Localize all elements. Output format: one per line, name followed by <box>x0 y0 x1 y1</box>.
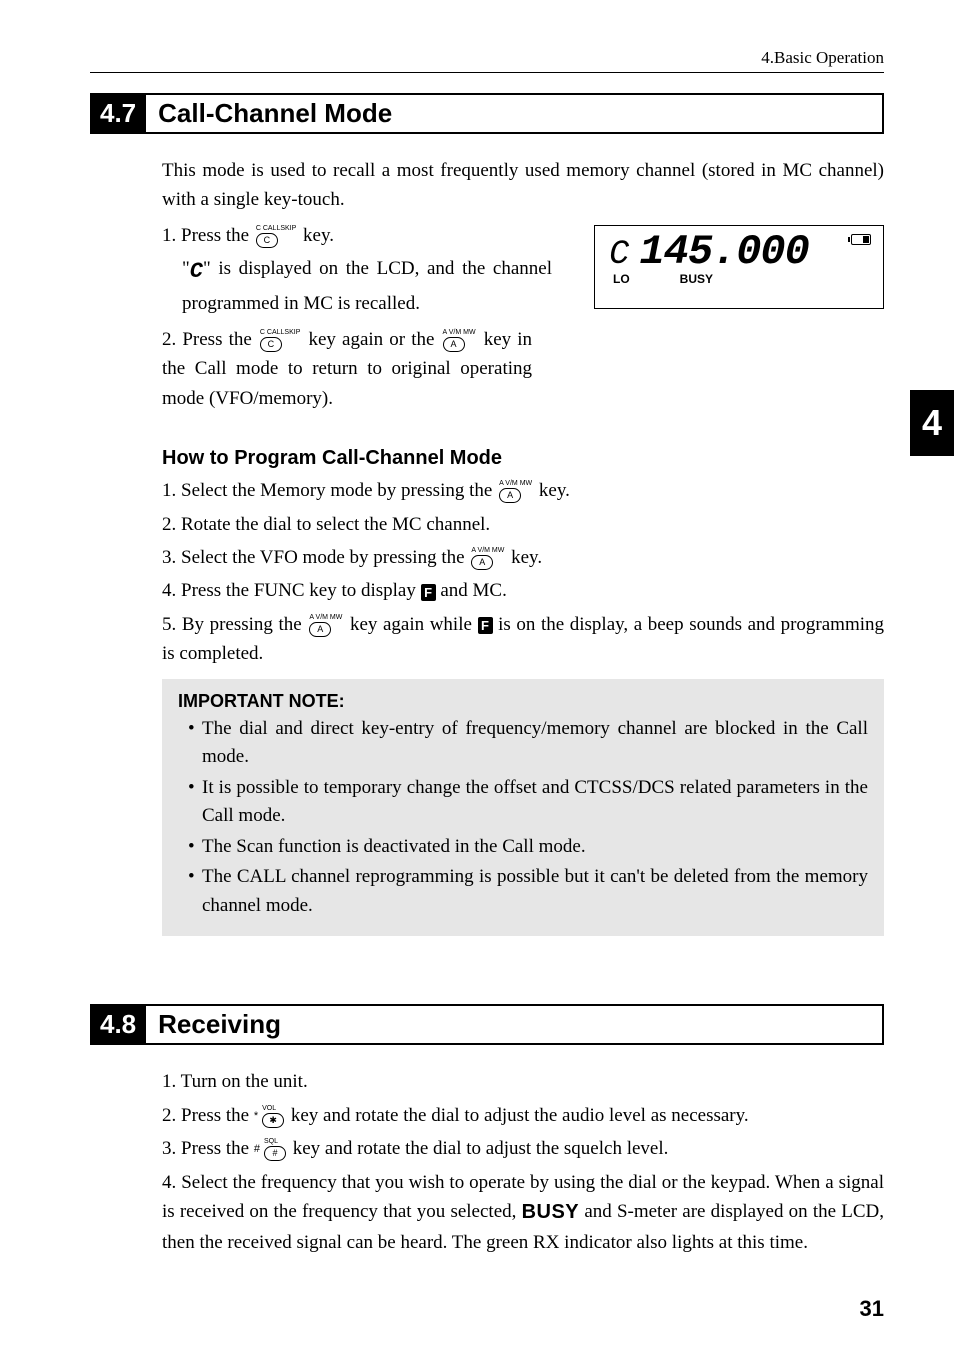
lcd-mode-c: C <box>609 232 629 272</box>
note-title: IMPORTANT NOTE: <box>178 691 868 712</box>
note-item: •The CALL channel reprogramming is possi… <box>188 863 868 920</box>
lcd-lo: LO <box>613 272 630 286</box>
howto-step-1: 1. Select the Memory mode by pressing th… <box>162 476 884 505</box>
key-hash-icon: # SQL # <box>254 1138 288 1161</box>
chapter-tab: 4 <box>910 390 954 456</box>
chapter-ref: 4.Basic Operation <box>761 48 884 67</box>
section-title: Call-Channel Mode <box>146 95 404 132</box>
recv-step-3: 3. Press the # SQL # key and rotate the … <box>162 1134 884 1163</box>
step-1: 1. Press the C CALLSKIP C key. <box>162 221 574 250</box>
section-number: 4.7 <box>92 95 146 132</box>
key-c-icon: C CALLSKIP C <box>260 329 300 352</box>
battery-icon <box>851 234 871 245</box>
howto-heading: How to Program Call-Channel Mode <box>162 447 884 470</box>
key-a-icon: A V/M MW A <box>499 480 532 503</box>
key-a-icon: A V/M MW A <box>471 547 504 570</box>
lcd-frequency: 145.000 <box>639 234 808 272</box>
key-a-icon: A V/M MW A <box>443 329 476 352</box>
howto-step-3: 3. Select the VFO mode by pressing the A… <box>162 543 884 572</box>
recv-step-4: 4. Select the frequency that you wish to… <box>162 1168 884 1258</box>
section-4-7-heading: 4.7 Call-Channel Mode <box>90 93 884 134</box>
howto-step-4: 4. Press the FUNC key to display F and M… <box>162 576 884 605</box>
note-item: •It is possible to temporary change the … <box>188 774 868 831</box>
recv-step-1: 1. Turn on the unit. <box>162 1067 884 1096</box>
f-indicator-icon: F <box>478 617 493 634</box>
howto-step-2: 2. Rotate the dial to select the MC chan… <box>162 510 884 539</box>
step-1-sub: "C" is displayed on the LCD, and the cha… <box>182 254 552 319</box>
section-4-7-intro: This mode is used to recall a most frequ… <box>162 156 884 215</box>
f-indicator-icon: F <box>421 584 436 601</box>
busy-indicator: BUSY <box>522 1201 580 1223</box>
note-item: •The dial and direct key-entry of freque… <box>188 715 868 772</box>
page-number: 31 <box>860 1296 884 1322</box>
key-c-icon: C CALLSKIP C <box>256 225 296 248</box>
lcd-display: C 145.000 LO BUSY <box>594 225 884 309</box>
recv-step-2: 2. Press the * VOL ✱ key and rotate the … <box>162 1101 884 1130</box>
important-note-box: IMPORTANT NOTE: •The dial and direct key… <box>162 679 884 937</box>
key-star-icon: * VOL ✱ <box>254 1105 286 1128</box>
section-title: Receiving <box>146 1006 293 1043</box>
lcd-busy: BUSY <box>680 272 713 286</box>
section-4-8-heading: 4.8 Receiving <box>90 1004 884 1045</box>
note-item: •The Scan function is deactivated in the… <box>188 833 868 862</box>
step-2: 2. Press the C CALLSKIP C key again or t… <box>162 325 532 413</box>
page-header: 4.Basic Operation <box>90 48 884 73</box>
section-number: 4.8 <box>92 1006 146 1043</box>
howto-step-5: 5. By pressing the A V/M MW A key again … <box>162 610 884 669</box>
key-a-icon: A V/M MW A <box>309 614 342 637</box>
c-glyph-icon: C <box>190 259 203 284</box>
